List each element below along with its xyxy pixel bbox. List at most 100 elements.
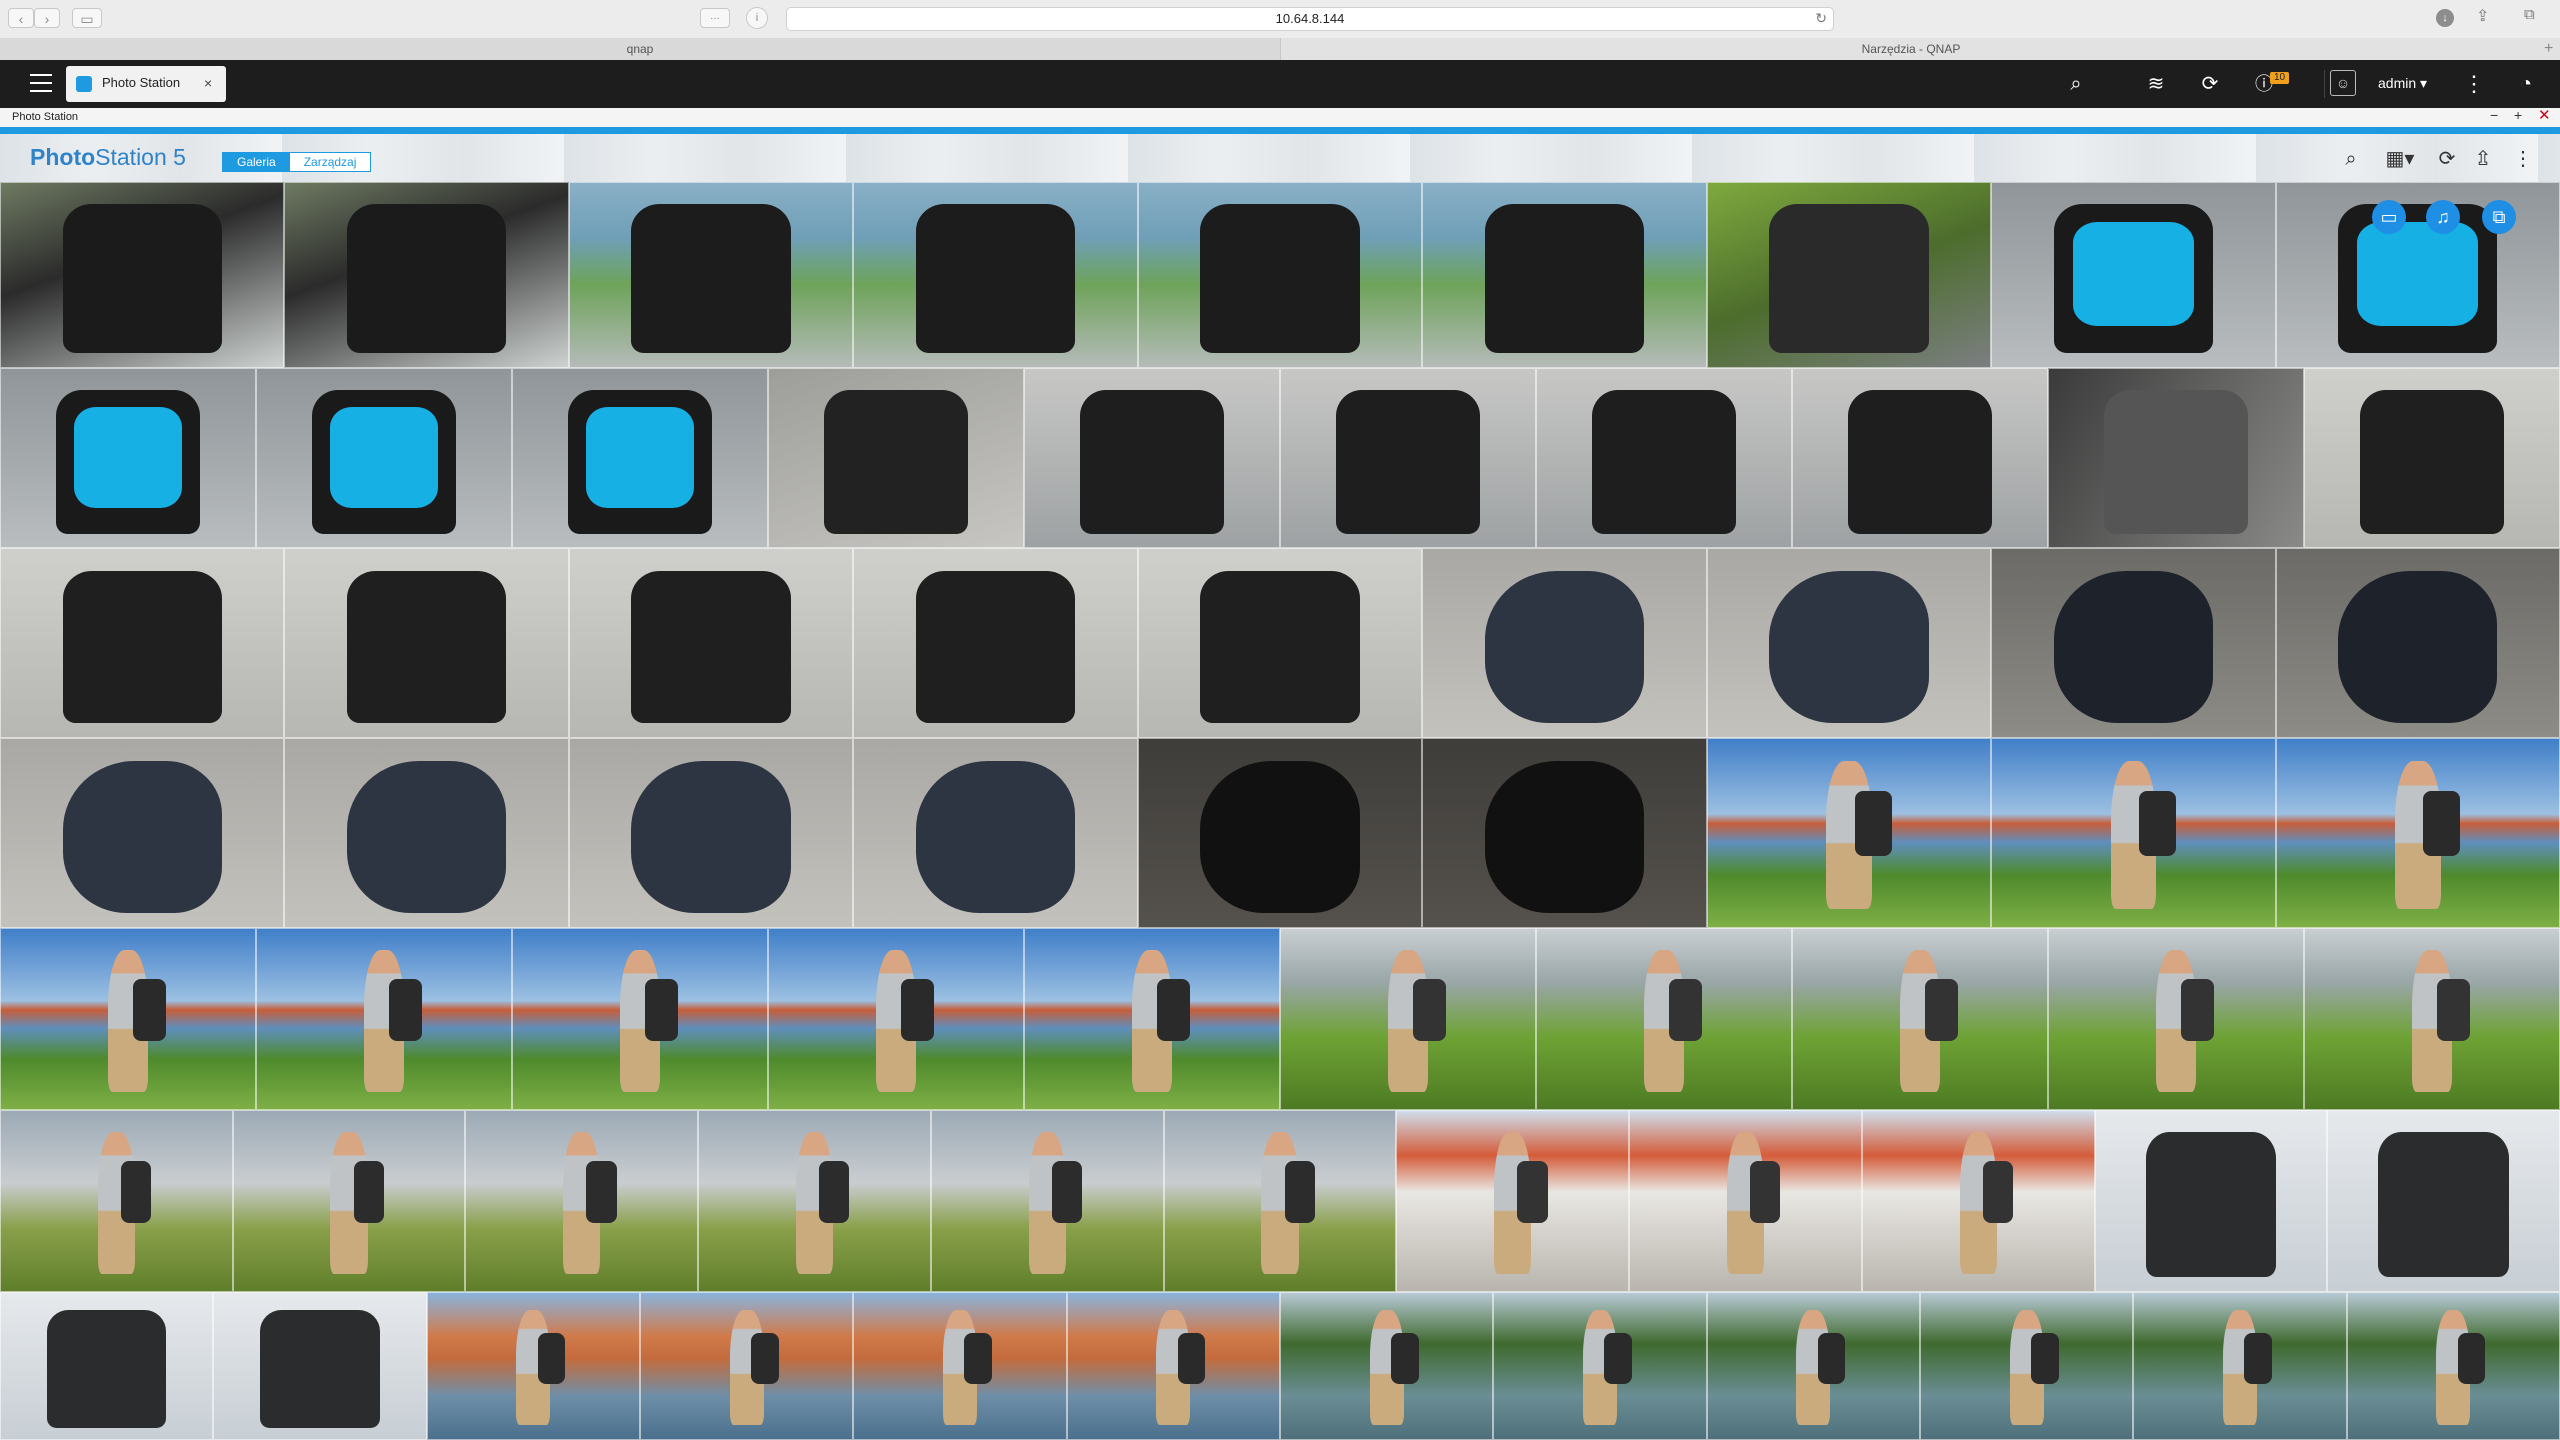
photo-thumbnail[interactable] xyxy=(512,928,768,1110)
photo-thumbnail[interactable] xyxy=(2346,1292,2560,1440)
photo-thumbnail[interactable] xyxy=(1163,1110,1397,1292)
copy-icon[interactable]: ⧉ xyxy=(2482,200,2516,234)
photo-thumbnail[interactable] xyxy=(1991,182,2276,368)
photo-thumbnail[interactable] xyxy=(1280,1292,1494,1440)
photo-thumbnail[interactable] xyxy=(0,1292,214,1440)
stack-icon[interactable]: ≋ xyxy=(2144,72,2168,96)
user-icon[interactable]: ☺ xyxy=(2330,70,2356,96)
photo-thumbnail[interactable] xyxy=(1422,548,1707,738)
photo-thumbnail[interactable] xyxy=(1024,368,1280,548)
music-icon[interactable]: ♫ xyxy=(2426,200,2460,234)
reload-icon[interactable]: ↻ xyxy=(1815,10,1827,27)
photo-thumbnail[interactable] xyxy=(284,738,569,928)
photo-thumbnail[interactable] xyxy=(1792,368,2048,548)
sidebar-icon[interactable]: ▭ xyxy=(72,8,102,28)
minimize-icon[interactable]: − xyxy=(2490,107,2498,123)
more-icon[interactable]: ⋮ xyxy=(2462,72,2486,96)
photo-thumbnail[interactable] xyxy=(1066,1292,1280,1440)
dashboard-icon[interactable]: ◔ xyxy=(2514,72,2538,96)
photo-thumbnail[interactable] xyxy=(512,368,768,548)
upload-icon[interactable]: ⇫ xyxy=(2470,146,2496,172)
photo-thumbnail[interactable] xyxy=(568,548,854,738)
browser-tab[interactable]: Narzędzia - QNAP xyxy=(1280,38,2541,60)
search-icon[interactable]: ⌕ xyxy=(2338,146,2364,172)
slideshow-icon[interactable]: ▭ xyxy=(2372,200,2406,234)
photo-thumbnail[interactable] xyxy=(1536,928,1792,1110)
photo-thumbnail[interactable] xyxy=(0,1110,233,1292)
photo-thumbnail[interactable] xyxy=(1706,548,1992,738)
photo-thumbnail[interactable] xyxy=(2327,1110,2560,1292)
close-icon[interactable]: ✕ xyxy=(2538,106,2551,124)
photo-thumbnail[interactable] xyxy=(930,1110,1164,1292)
photo-thumbnail[interactable] xyxy=(2275,182,2560,368)
photo-thumbnail[interactable] xyxy=(232,1110,466,1292)
photo-thumbnail[interactable] xyxy=(256,928,512,1110)
photo-thumbnail[interactable] xyxy=(2094,1110,2328,1292)
photo-thumbnail[interactable] xyxy=(1422,738,1707,928)
photo-thumbnail[interactable] xyxy=(853,1292,1067,1440)
photo-thumbnail[interactable] xyxy=(1396,1110,1630,1292)
address-bar[interactable]: 10.64.8.144 ↻ xyxy=(786,7,1834,31)
photo-thumbnail[interactable] xyxy=(1137,182,1423,368)
menu-icon[interactable] xyxy=(30,70,52,96)
tab-galeria[interactable]: Galeria xyxy=(223,153,290,171)
app-tab-photo-station[interactable]: Photo Station × xyxy=(66,66,226,102)
photo-thumbnail[interactable] xyxy=(0,738,285,928)
photo-thumbnail[interactable] xyxy=(1280,928,1536,1110)
photo-thumbnail[interactable] xyxy=(0,368,256,548)
refresh-icon[interactable]: ⟳ xyxy=(2434,146,2460,172)
photo-thumbnail[interactable] xyxy=(2275,738,2560,928)
photo-thumbnail[interactable] xyxy=(1706,182,1992,368)
photo-thumbnail[interactable] xyxy=(698,1110,931,1292)
photo-thumbnail[interactable] xyxy=(1536,368,1792,548)
info-icon[interactable]: i xyxy=(746,7,768,29)
photo-thumbnail[interactable] xyxy=(465,1110,699,1292)
photo-thumbnail[interactable] xyxy=(1792,928,2048,1110)
photo-thumbnail[interactable] xyxy=(568,182,854,368)
photo-thumbnail[interactable] xyxy=(1137,738,1423,928)
share-icon[interactable]: ⇪ xyxy=(2476,6,2489,26)
photo-thumbnail[interactable] xyxy=(2304,928,2560,1110)
tab-zarzadzaj[interactable]: Zarządzaj xyxy=(289,153,371,171)
new-tab-icon[interactable]: + xyxy=(2544,40,2553,58)
photo-thumbnail[interactable] xyxy=(1422,182,1707,368)
photo-thumbnail[interactable] xyxy=(853,738,1138,928)
photo-thumbnail[interactable] xyxy=(213,1292,427,1440)
photo-thumbnail[interactable] xyxy=(2304,368,2560,548)
photo-thumbnail[interactable] xyxy=(853,182,1138,368)
photo-thumbnail[interactable] xyxy=(1920,1292,2134,1440)
photo-thumbnail[interactable] xyxy=(1024,928,1280,1110)
browser-tab[interactable]: qnap xyxy=(0,38,1280,60)
photo-thumbnail[interactable] xyxy=(0,928,256,1110)
photo-thumbnail[interactable] xyxy=(2048,928,2304,1110)
search-icon[interactable]: ⌕ xyxy=(2064,72,2088,96)
back-icon[interactable]: ‹ xyxy=(8,8,34,28)
photo-thumbnail[interactable] xyxy=(1706,738,1992,928)
maximize-icon[interactable]: + xyxy=(2514,107,2522,123)
photo-thumbnail[interactable] xyxy=(2275,548,2560,738)
photo-thumbnail[interactable] xyxy=(853,548,1138,738)
photo-thumbnail[interactable] xyxy=(1280,368,1536,548)
user-menu[interactable]: admin ▾ xyxy=(2378,75,2427,92)
photo-thumbnail[interactable] xyxy=(640,1292,854,1440)
photo-thumbnail[interactable] xyxy=(0,548,285,738)
photo-thumbnail[interactable] xyxy=(2133,1292,2347,1440)
photo-thumbnail[interactable] xyxy=(1493,1292,1707,1440)
download-icon[interactable]: ↓ xyxy=(2436,9,2454,27)
photo-thumbnail[interactable] xyxy=(768,368,1024,548)
photo-thumbnail[interactable] xyxy=(1706,1292,1920,1440)
close-icon[interactable]: × xyxy=(204,75,212,91)
photo-thumbnail[interactable] xyxy=(1137,548,1423,738)
photo-thumbnail[interactable] xyxy=(1991,548,2276,738)
tabs-icon[interactable]: ⧉ xyxy=(2524,6,2535,23)
photo-thumbnail[interactable] xyxy=(1991,738,2276,928)
photo-thumbnail[interactable] xyxy=(284,548,569,738)
reader-icon[interactable]: ··· xyxy=(700,8,730,28)
photo-thumbnail[interactable] xyxy=(1861,1110,2095,1292)
photo-thumbnail[interactable] xyxy=(426,1292,640,1440)
photo-thumbnail[interactable] xyxy=(1629,1110,1862,1292)
sync-icon[interactable]: ⟳ xyxy=(2198,72,2222,96)
photo-thumbnail[interactable] xyxy=(568,738,854,928)
grid-view-icon[interactable]: ▦▾ xyxy=(2382,146,2418,172)
photo-thumbnail[interactable] xyxy=(284,182,569,368)
